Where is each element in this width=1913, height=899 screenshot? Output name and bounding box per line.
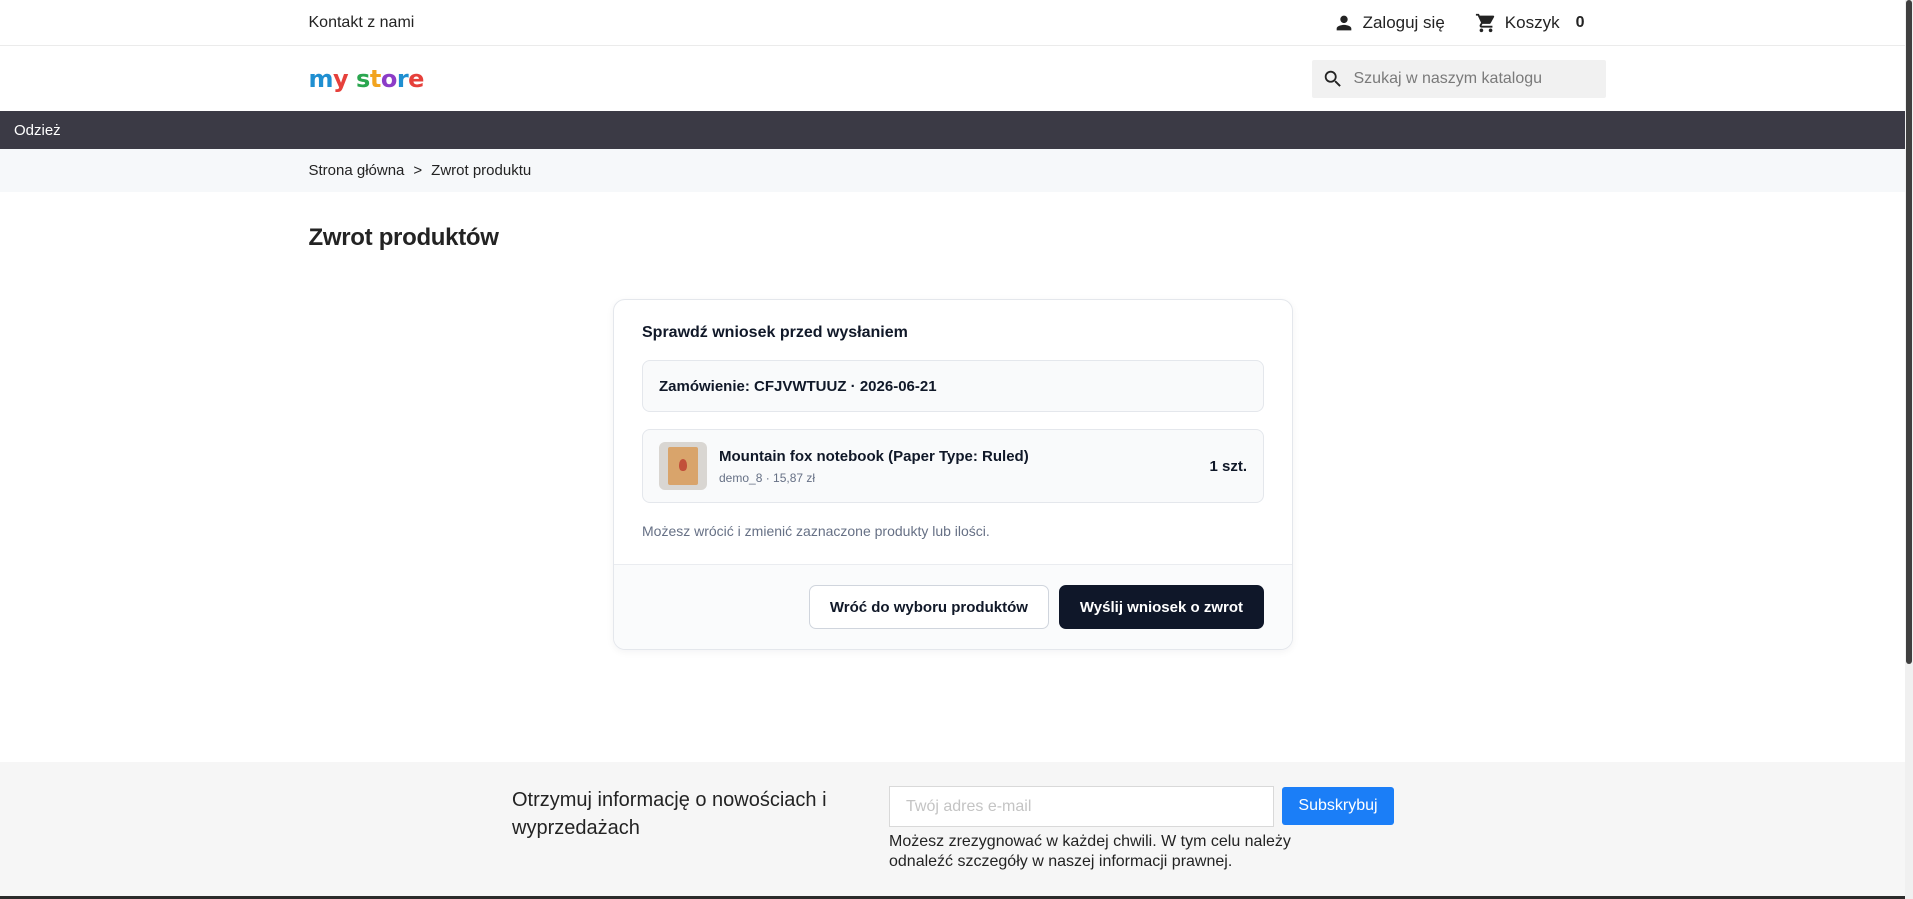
page-title: Zwrot produktów	[308, 224, 499, 251]
newsletter-section: Otrzymuj informację o nowościach i wyprz…	[0, 762, 1913, 899]
item-quantity: 1 szt.	[1209, 457, 1247, 475]
login-label: Zaloguj się	[1362, 13, 1445, 32]
site-header: my store	[0, 46, 1913, 111]
newsletter-note: Możesz zrezygnować w każdej chwili. W ty…	[889, 833, 1291, 870]
cart-label: Koszyk	[1504, 13, 1560, 32]
scrollbar[interactable]	[1905, 0, 1913, 899]
search-icon[interactable]	[1322, 68, 1344, 90]
login-link[interactable]: Zaloguj się	[1333, 12, 1445, 34]
main-nav: Odzież	[0, 111, 1913, 149]
item-meta: demo_8 · 15,87 zł	[719, 470, 816, 485]
return-item-row: Mountain fox notebook (Paper Type: Ruled…	[642, 429, 1264, 503]
subscribe-button[interactable]: Subskrybuj	[1282, 787, 1394, 825]
nav-item-clothing[interactable]: Odzież	[14, 122, 61, 139]
cart-icon	[1475, 13, 1494, 33]
item-name: Mountain fox notebook (Paper Type: Ruled…	[719, 447, 1029, 465]
contact-link[interactable]: Kontakt z nami	[309, 14, 415, 32]
order-line: Zamówienie: CFJVWTUUZ · 2026-06-21	[659, 377, 937, 395]
item-info: Mountain fox notebook (Paper Type: Ruled…	[719, 448, 1209, 485]
product-thumbnail	[659, 442, 707, 490]
top-bar: Kontakt z nami Zaloguj się Koszyk 0	[0, 0, 1913, 46]
search-input[interactable]	[1353, 69, 1596, 88]
breadcrumb: Strona główna > Zwrot produktu	[0, 149, 1913, 192]
return-review-card: Sprawdź wniosek przed wysłaniem Zamówien…	[613, 299, 1293, 650]
back-to-selection-button[interactable]: Wróć do wyboru produktów	[808, 585, 1049, 629]
breadcrumb-current: Zwrot produktu	[431, 162, 532, 179]
breadcrumb-separator: >	[413, 162, 423, 179]
cart-link[interactable]: Koszyk 0	[1475, 12, 1585, 34]
card-title: Sprawdź wniosek przed wysłaniem	[642, 324, 908, 341]
card-actions: Wróć do wyboru produktów Wyślij wniosek …	[614, 564, 1292, 649]
scrollbar-thumb[interactable]	[1906, 0, 1912, 664]
submit-return-button[interactable]: Wyślij wniosek o zwrot	[1058, 585, 1264, 629]
breadcrumb-home[interactable]: Strona główna	[309, 162, 405, 179]
edit-hint: Możesz wrócić i zmienić zaznaczone produ…	[642, 523, 990, 539]
order-summary: Zamówienie: CFJVWTUUZ · 2026-06-21	[642, 360, 1264, 412]
user-icon	[1336, 15, 1351, 31]
newsletter-email-input[interactable]	[889, 786, 1274, 827]
search-box	[1311, 59, 1606, 98]
user-actions: Zaloguj się Koszyk 0	[1333, 12, 1585, 34]
notebook-image	[668, 447, 698, 485]
newsletter-text: Otrzymuj informację o nowościach i wyprz…	[512, 789, 827, 839]
store-logo[interactable]: my store	[309, 65, 425, 93]
cart-count-badge: 0	[1575, 14, 1585, 31]
